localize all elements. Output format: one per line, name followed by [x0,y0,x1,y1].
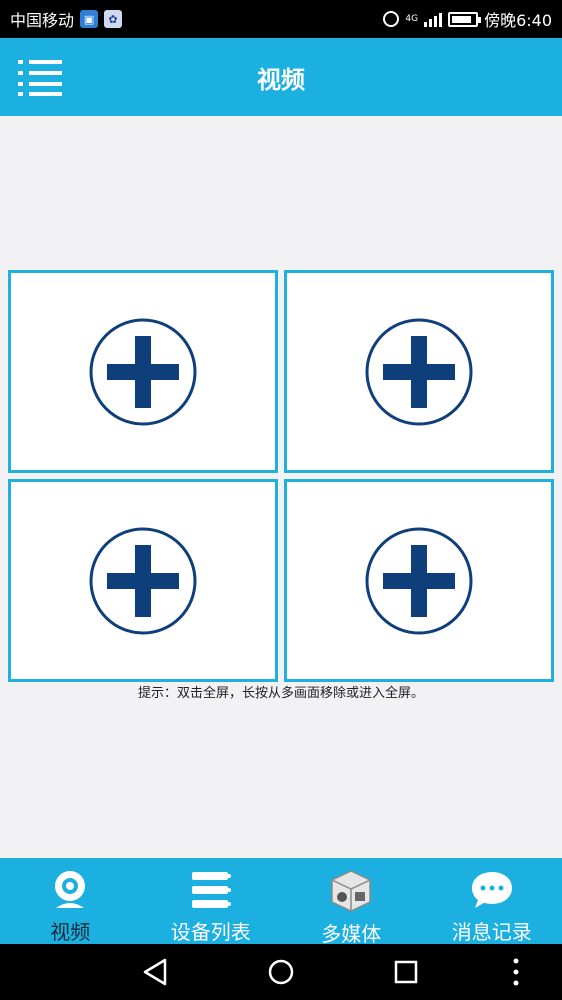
app-header: 视频 [0,38,562,116]
app-notification-icon: ▣ [80,10,99,28]
status-bar: 中国移动 ▣ ✿ 4G 傍晚6:40 [0,0,562,38]
alarm-icon [383,11,400,27]
chat-bubble-icon [471,872,512,908]
clock: 傍晚6:40 [484,11,552,30]
tab-video[interactable]: 视频 [0,858,141,944]
back-triangle-icon[interactable] [135,952,175,992]
tab-label: 视频 [50,920,91,944]
bottom-tab-bar: 视频 设备列表 多媒体 消息记录 [0,858,562,946]
signal-icon [424,11,443,27]
carrier-label: 中国移动 [10,11,75,30]
video-slot-3[interactable] [8,479,278,682]
network-type: 4G [405,13,419,24]
webcam-icon [55,871,86,908]
add-circle-icon [89,318,197,425]
page-title: 视频 [257,65,305,94]
home-circle-icon[interactable] [261,952,301,992]
tab-messages[interactable]: 消息记录 [422,858,562,944]
video-slot-4[interactable] [284,479,554,682]
battery-level [452,15,472,23]
add-circle-icon [365,527,473,634]
add-circle-icon [365,318,473,425]
tab-label: 设备列表 [170,920,251,944]
list-menu-icon[interactable] [18,60,62,96]
system-nav-bar [0,944,562,1000]
video-slot-2[interactable] [284,270,554,473]
baidu-icon: ✿ [104,10,123,28]
device-list-icon [191,872,231,908]
more-dots-icon[interactable] [496,952,536,992]
video-slot-1[interactable] [8,270,278,473]
tab-multimedia[interactable]: 多媒体 [281,858,422,946]
add-circle-icon [89,527,197,634]
hint-text: 提示：双击全屏，长按从多画面移除或进入全屏。 [137,686,424,701]
tab-label: 多媒体 [321,922,382,946]
video-grid [8,270,554,682]
tab-device-list[interactable]: 设备列表 [141,858,282,944]
battery-icon [448,11,482,27]
multimedia-box-icon [331,870,371,912]
tab-label: 消息记录 [451,920,532,944]
recents-square-icon[interactable] [386,952,426,992]
